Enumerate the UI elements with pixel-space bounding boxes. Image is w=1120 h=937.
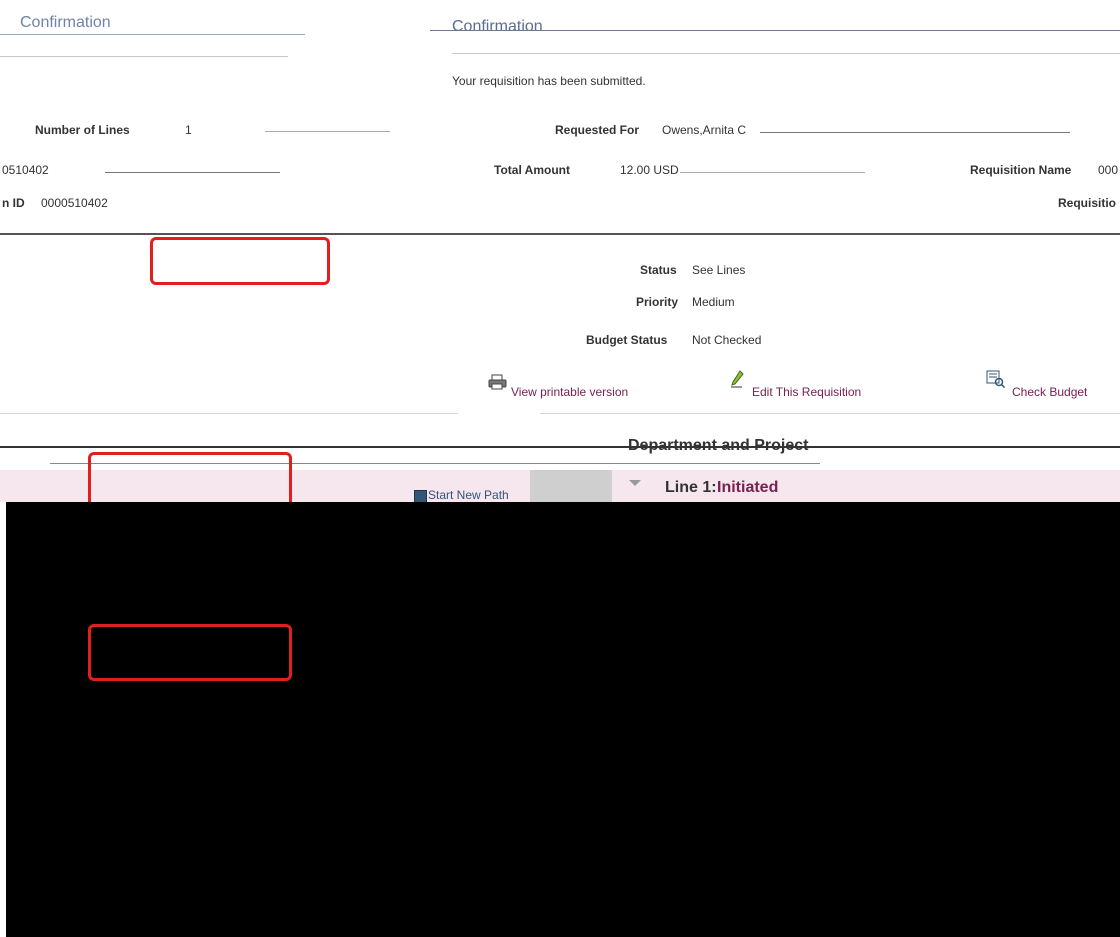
requisition-name-label: Requisition Name — [970, 163, 1072, 177]
left-id-rule — [105, 172, 280, 173]
status-label: Status — [640, 263, 677, 277]
edit-requisition-link[interactable]: Edit This Requisition — [752, 385, 861, 399]
main-title-rule — [430, 30, 1120, 31]
requisition-id-label: n ID — [2, 196, 25, 210]
priority-value: Medium — [692, 295, 735, 309]
requested-for-rule — [760, 132, 1070, 133]
actions-divider — [0, 413, 458, 414]
requested-for-label: Requested For — [555, 123, 640, 137]
status-value: See Lines — [692, 263, 746, 277]
budget-status-value: Not Checked — [692, 333, 762, 347]
total-amount-value: 12.00 USD — [620, 163, 679, 177]
priority-label: Priority — [636, 295, 679, 309]
highlight-box-3 — [88, 624, 292, 681]
number-of-lines-value: 1 — [185, 123, 192, 137]
line-1-status: Initiated — [717, 479, 779, 496]
requisition-name-value: 000 — [1098, 163, 1119, 177]
total-amount-label: Total Amount — [494, 163, 570, 177]
chevron-down-icon[interactable] — [628, 478, 642, 488]
gray-gap — [530, 470, 612, 502]
actions-divider-right — [540, 413, 1120, 414]
lower-header-rule — [0, 446, 1120, 448]
summary-separator — [0, 233, 1120, 235]
main-confirmation-title: Confirmation — [452, 18, 543, 35]
requisition-right-label: Requisitio — [1058, 196, 1117, 210]
pencil-icon[interactable] — [730, 370, 744, 388]
requested-for-value: Owens,Arnita C — [662, 123, 747, 137]
left-confirmation-title: Confirmation — [20, 14, 111, 31]
submission-message: Your requisition has been submitted. — [452, 74, 646, 88]
printer-icon[interactable] — [488, 374, 508, 390]
budget-status-label: Budget Status — [586, 333, 668, 347]
left-title-rule — [0, 34, 305, 35]
start-new-path-link[interactable]: Start New Path — [428, 488, 509, 502]
check-budget-icon[interactable] — [986, 370, 1006, 388]
requisition-id-value: 0000510402 — [41, 196, 108, 210]
line-1-label: Line 1: — [665, 479, 717, 496]
view-printable-link[interactable]: View printable version — [511, 385, 628, 399]
left-id-fragment: 0510402 — [2, 163, 49, 177]
main-title-divider — [452, 53, 1120, 54]
highlight-box-1 — [150, 237, 330, 285]
highlight-box-2 — [88, 452, 292, 509]
total-amount-rule — [680, 172, 865, 173]
number-of-lines-label: Number of Lines — [35, 123, 130, 137]
check-budget-link[interactable]: Check Budget — [1012, 385, 1087, 399]
summary-faded-rule-1 — [265, 131, 390, 132]
left-title-divider — [0, 56, 288, 57]
black-area — [6, 502, 1120, 937]
